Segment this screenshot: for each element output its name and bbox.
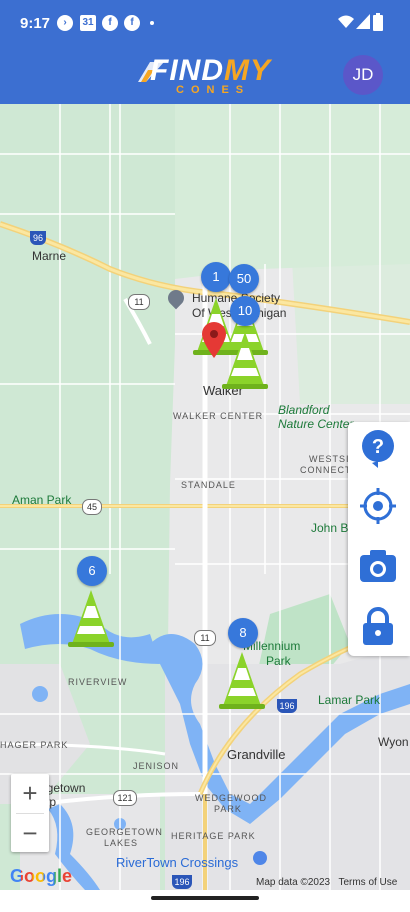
facebook-icon: f bbox=[124, 15, 140, 31]
svg-text:?: ? bbox=[372, 436, 384, 458]
calendar-icon: 31 bbox=[80, 15, 96, 31]
map-label-blandford-2: Nature Center bbox=[278, 417, 354, 431]
map-label-lamar-park: Lamar Park bbox=[318, 693, 381, 707]
map-label-blandford: Blandford bbox=[278, 403, 330, 417]
google-logo: Google bbox=[10, 866, 72, 886]
map-label-marne: Marne bbox=[32, 249, 67, 263]
directions-icon: › bbox=[57, 15, 73, 31]
logo-subtitle: CONES bbox=[176, 84, 251, 96]
traffic-cone-icon[interactable] bbox=[66, 588, 116, 648]
map-label-rivertown-crossings: RiverTown Crossings bbox=[116, 855, 239, 870]
shopping-bag-icon bbox=[253, 851, 267, 865]
interstate-96-shield: 96 bbox=[30, 231, 46, 245]
traffic-cone-icon[interactable] bbox=[220, 330, 270, 390]
zoom-in-button[interactable]: + bbox=[11, 774, 49, 812]
map-label-wedgewood-2: PARK bbox=[214, 804, 242, 814]
zoom-out-button[interactable]: − bbox=[11, 814, 49, 852]
battery-icon bbox=[373, 13, 383, 31]
route-11-shield: 11 bbox=[128, 294, 150, 310]
map-label-standale: STANDALE bbox=[181, 480, 236, 490]
map-label-jenison: JENISON bbox=[133, 761, 180, 771]
findmycones-logo: FINDMY CONES bbox=[136, 52, 286, 100]
map-label-georgetown-lakes-2: LAKES bbox=[104, 838, 139, 848]
cone-cluster-marker[interactable]: 1 bbox=[201, 262, 231, 292]
terms-link[interactable]: Terms of Use bbox=[338, 877, 397, 888]
map-label-riverview: RIVERVIEW bbox=[68, 677, 128, 687]
route-11-shield-south: 11 bbox=[194, 630, 216, 646]
map-label-wyoming: Wyon bbox=[378, 735, 409, 749]
signal-icon bbox=[356, 14, 370, 29]
map-label-wedgewood: WEDGEWOOD bbox=[195, 793, 267, 803]
map-view[interactable]: Marne Humane Society Of West Michigan Wa… bbox=[0, 104, 410, 890]
system-nav-bar bbox=[0, 890, 410, 912]
logo-title: FINDMY bbox=[150, 54, 271, 87]
cone-cluster-marker[interactable]: 50 bbox=[229, 264, 259, 294]
zoom-control: + − bbox=[11, 774, 49, 852]
wifi-icon bbox=[338, 15, 354, 28]
cone-cluster-marker[interactable]: 8 bbox=[228, 618, 258, 648]
cone-cluster-marker[interactable]: 6 bbox=[77, 556, 107, 586]
location-marker-icon[interactable] bbox=[202, 322, 226, 358]
app-header: FINDMY CONES JD bbox=[0, 48, 410, 104]
interstate-196-shield: 196 bbox=[277, 699, 297, 713]
map-attribution: Map data ©2023 Terms of Use bbox=[256, 877, 398, 888]
interstate-196-shield-south: 196 bbox=[172, 875, 192, 889]
traffic-cone-icon[interactable] bbox=[217, 650, 267, 710]
map-label-georgetown-lakes: GEORGETOWN bbox=[86, 827, 163, 837]
my-location-icon[interactable] bbox=[358, 486, 398, 526]
status-bar: 9:17 › 31 f f bbox=[0, 0, 410, 48]
home-gesture-handle[interactable] bbox=[151, 896, 259, 900]
camera-icon[interactable] bbox=[358, 546, 398, 586]
route-121-shield: 121 bbox=[113, 790, 137, 806]
lock-icon[interactable] bbox=[358, 606, 398, 646]
map-label-millennium-2: Park bbox=[266, 654, 291, 668]
cone-cluster-marker[interactable]: 10 bbox=[230, 296, 260, 326]
map-label-walker-center: WALKER CENTER bbox=[173, 411, 264, 421]
help-icon[interactable]: ? bbox=[358, 428, 398, 468]
route-45-shield: 45 bbox=[82, 499, 102, 515]
map-label-heritage-park: HERITAGE PARK bbox=[171, 831, 256, 841]
map-label-hager-park: HAGER PARK bbox=[0, 740, 69, 750]
map-tool-panel: ? bbox=[348, 422, 410, 656]
user-avatar[interactable]: JD bbox=[343, 55, 383, 95]
map-label-grandville: Grandville bbox=[227, 747, 286, 762]
status-time: 9:17 bbox=[20, 15, 51, 32]
dot-icon bbox=[150, 21, 154, 25]
map-label-aman-park: Aman Park bbox=[12, 493, 72, 507]
facebook-icon: f bbox=[102, 15, 118, 31]
